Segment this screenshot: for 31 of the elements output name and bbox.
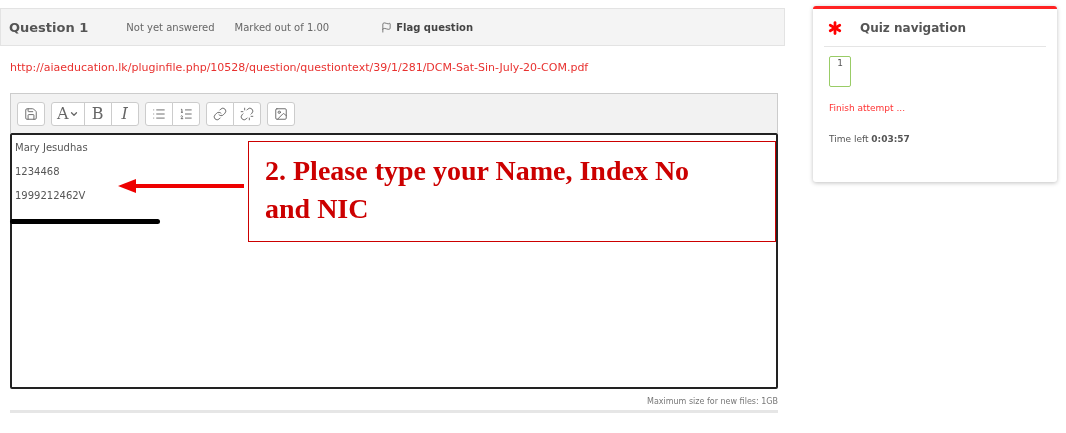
panel-title: Quiz navigation — [860, 20, 966, 35]
question-number-button[interactable]: 1 — [829, 56, 851, 87]
unlink-button[interactable] — [232, 101, 261, 126]
bold-button[interactable]: B — [83, 101, 112, 126]
answer-line: Mary Jesudhas — [15, 141, 88, 155]
italic-button[interactable]: I — [110, 101, 139, 126]
font-button[interactable]: A — [51, 101, 85, 126]
bullet-list-button[interactable] — [144, 101, 173, 126]
save-button[interactable] — [17, 101, 45, 126]
instruction-callout: 2. Please type your Name, Index No and NIC — [248, 141, 776, 242]
image-button[interactable] — [266, 101, 295, 126]
image-icon — [273, 106, 288, 121]
question-marks: Marked out of 1.00 — [234, 21, 330, 33]
finish-attempt-link[interactable]: Finish attempt ... — [829, 103, 1046, 113]
answer-line: 1234468 — [15, 165, 60, 179]
file-size-note: Maximum size for new files: 1GB — [647, 397, 778, 406]
arrow-icon — [118, 179, 244, 193]
question-status: Not yet answered — [126, 21, 215, 33]
question-title: Question 1 — [9, 19, 89, 35]
flag-question-link[interactable]: Flag question — [381, 21, 474, 33]
save-icon — [24, 106, 38, 121]
bullet-list-icon — [151, 106, 166, 121]
question-file-link[interactable]: http://aiaeducation.lk/pluginfile.php/10528/question/questiontext/39/1/281/DCM-Sat-Sin-July-20-COM.pdf — [10, 61, 785, 74]
time-left: Time left 0:03:57 — [829, 134, 911, 144]
numbered-list-button[interactable] — [171, 101, 200, 126]
unlink-icon — [239, 106, 254, 121]
flag-icon — [381, 21, 393, 33]
link-button[interactable] — [205, 101, 234, 126]
link-icon — [212, 106, 227, 121]
numbered-list-icon — [178, 106, 193, 121]
answer-line: 1999212462V — [15, 189, 86, 203]
